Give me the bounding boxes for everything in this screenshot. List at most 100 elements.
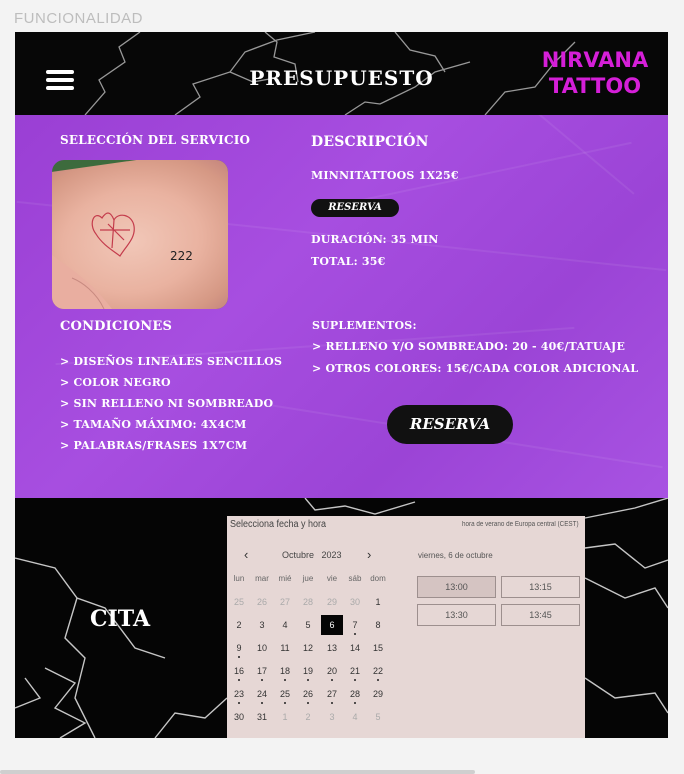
- calendar-day: 5: [375, 712, 381, 722]
- calendar-day[interactable]: 13: [321, 638, 343, 658]
- availability-dot-icon: [307, 679, 309, 681]
- calendar-title: Selecciona fecha y hora: [230, 519, 327, 530]
- availability-dot-icon: [261, 702, 263, 704]
- supplement-item: > OTROS COLORES: 15€/CADA COLOR ADICIONA…: [312, 362, 639, 375]
- calendar-day: 2: [305, 712, 311, 722]
- booking-calendar: Selecciona fecha y hora hora de verano d…: [227, 516, 585, 738]
- weekday-label: sáb: [348, 574, 362, 583]
- calendar-day[interactable]: 2: [228, 615, 250, 635]
- calendar-day[interactable]: 28: [344, 684, 366, 704]
- calendar-day[interactable]: 20: [321, 661, 343, 681]
- brand-logo[interactable]: NIRVANA TATTOO: [535, 47, 655, 99]
- logo-line-2: TATTOO: [548, 74, 642, 98]
- calendar-day[interactable]: 26: [297, 684, 319, 704]
- description-label: DESCRIPCIÓN: [311, 134, 429, 150]
- weekday-label: lun: [233, 574, 245, 583]
- calendar-day[interactable]: 22: [367, 661, 389, 681]
- reserve-button-small[interactable]: RESERVA: [311, 199, 399, 217]
- calendar-day[interactable]: 30: [228, 707, 250, 727]
- total-text: TOTAL: 35€: [311, 255, 386, 268]
- availability-dot-icon: [331, 679, 333, 681]
- calendar-day[interactable]: 23: [228, 684, 250, 704]
- calendar-day[interactable]: 5: [297, 615, 319, 635]
- availability-dot-icon: [331, 702, 333, 704]
- calendar-day: 3: [329, 712, 335, 722]
- selected-date-label: viernes, 6 de octubre: [418, 551, 493, 560]
- calendar-day[interactable]: 1: [367, 592, 389, 612]
- header: PRESUPUESTO NIRVANA TATTOO: [15, 32, 668, 115]
- calendar-day: 28: [302, 597, 313, 607]
- calendar-day[interactable]: 19: [297, 661, 319, 681]
- prev-month-icon[interactable]: ‹: [244, 547, 248, 562]
- condition-item: > TAMAÑO MÁXIMO: 4X4CM: [60, 418, 247, 431]
- calendar-day[interactable]: 11: [274, 638, 296, 658]
- availability-dot-icon: [307, 702, 309, 704]
- scrollbar[interactable]: [0, 770, 475, 774]
- time-slot[interactable]: 13:30: [417, 604, 496, 626]
- calendar-day[interactable]: 10: [251, 638, 273, 658]
- month-label: Octubre 2023: [282, 550, 342, 560]
- calendar-day[interactable]: 21: [344, 661, 366, 681]
- availability-dot-icon: [261, 679, 263, 681]
- next-month-icon[interactable]: ›: [367, 547, 371, 562]
- calendar-day[interactable]: 4: [274, 615, 296, 635]
- availability-dot-icon: [284, 679, 286, 681]
- supplements-title: SUPLEMENTOS:: [312, 319, 417, 332]
- duration-text: DURACIÓN: 35 MIN: [311, 233, 439, 246]
- calendar-day[interactable]: 14: [344, 638, 366, 658]
- calendar-day: 4: [352, 712, 358, 722]
- month-name: Octubre: [282, 550, 315, 560]
- conditions-title: CONDICIONES: [60, 319, 173, 334]
- calendar-day[interactable]: 16: [228, 661, 250, 681]
- availability-dot-icon: [238, 702, 240, 704]
- photo-tattoo-text: 222: [170, 249, 193, 263]
- calendar-day: 25: [233, 597, 244, 607]
- time-slot[interactable]: 13:00: [417, 576, 496, 598]
- availability-dot-icon: [354, 633, 356, 635]
- calendar-day[interactable]: 12: [297, 638, 319, 658]
- calendar-day[interactable]: 31: [251, 707, 273, 727]
- condition-item: > COLOR NEGRO: [60, 376, 171, 389]
- calendar-day[interactable]: 24: [251, 684, 273, 704]
- calendar-day[interactable]: 3: [251, 615, 273, 635]
- availability-dot-icon: [284, 702, 286, 704]
- weekday-label: jue: [302, 574, 314, 583]
- availability-dot-icon: [354, 679, 356, 681]
- service-section: SELECCIÓN DEL SERVICIO 222 DESCRIPCIÓN M…: [15, 115, 668, 498]
- calendar-day[interactable]: 17: [251, 661, 273, 681]
- weekday-label: mié: [278, 574, 292, 583]
- calendar-day: 26: [256, 597, 267, 607]
- calendar-day[interactable]: 27: [321, 684, 343, 704]
- service-description: MINNITATTOOS 1X25€: [311, 169, 459, 182]
- condition-item: > PALABRAS/FRASES 1X7CM: [60, 439, 248, 452]
- availability-dot-icon: [377, 679, 379, 681]
- service-section-label: SELECCIÓN DEL SERVICIO: [60, 133, 251, 147]
- app-frame: PRESUPUESTO NIRVANA TATTOO SELECCIÓN DEL…: [15, 32, 668, 738]
- appointment-title: CITA: [90, 606, 151, 632]
- timezone-label: hora de verano de Europa central (CEST): [462, 521, 579, 528]
- calendar-day: 1: [282, 712, 288, 722]
- calendar-day[interactable]: 15: [367, 638, 389, 658]
- availability-dot-icon: [238, 679, 240, 681]
- condition-item: > SIN RELLENO NI SOMBREADO: [60, 397, 274, 410]
- weekday-label: mar: [255, 574, 269, 583]
- calendar-day[interactable]: 9: [228, 638, 250, 658]
- calendar-day: 27: [279, 597, 290, 607]
- time-slot[interactable]: 13:15: [501, 576, 580, 598]
- supplement-item: > RELLENO Y/O SOMBREADO: 20 - 40€/TATUAJ…: [312, 340, 626, 353]
- calendar-day[interactable]: 6: [321, 615, 343, 635]
- calendar-day: 29: [326, 597, 337, 607]
- reserve-button[interactable]: RESERVA: [387, 405, 513, 444]
- calendar-day: 30: [349, 597, 360, 607]
- weekday-label: dom: [370, 574, 386, 583]
- calendar-day[interactable]: 18: [274, 661, 296, 681]
- page-caption: FUNCIONALIDAD: [14, 10, 144, 27]
- calendar-day[interactable]: 8: [367, 615, 389, 635]
- calendar-day[interactable]: 25: [274, 684, 296, 704]
- calendar-day[interactable]: 7: [344, 615, 366, 635]
- time-slot[interactable]: 13:45: [501, 604, 580, 626]
- weekday-label: vie: [326, 574, 338, 583]
- service-photo: 222: [52, 160, 228, 309]
- calendar-day[interactable]: 29: [367, 684, 389, 704]
- condition-item: > DISEÑOS LINEALES SENCILLOS: [60, 355, 283, 368]
